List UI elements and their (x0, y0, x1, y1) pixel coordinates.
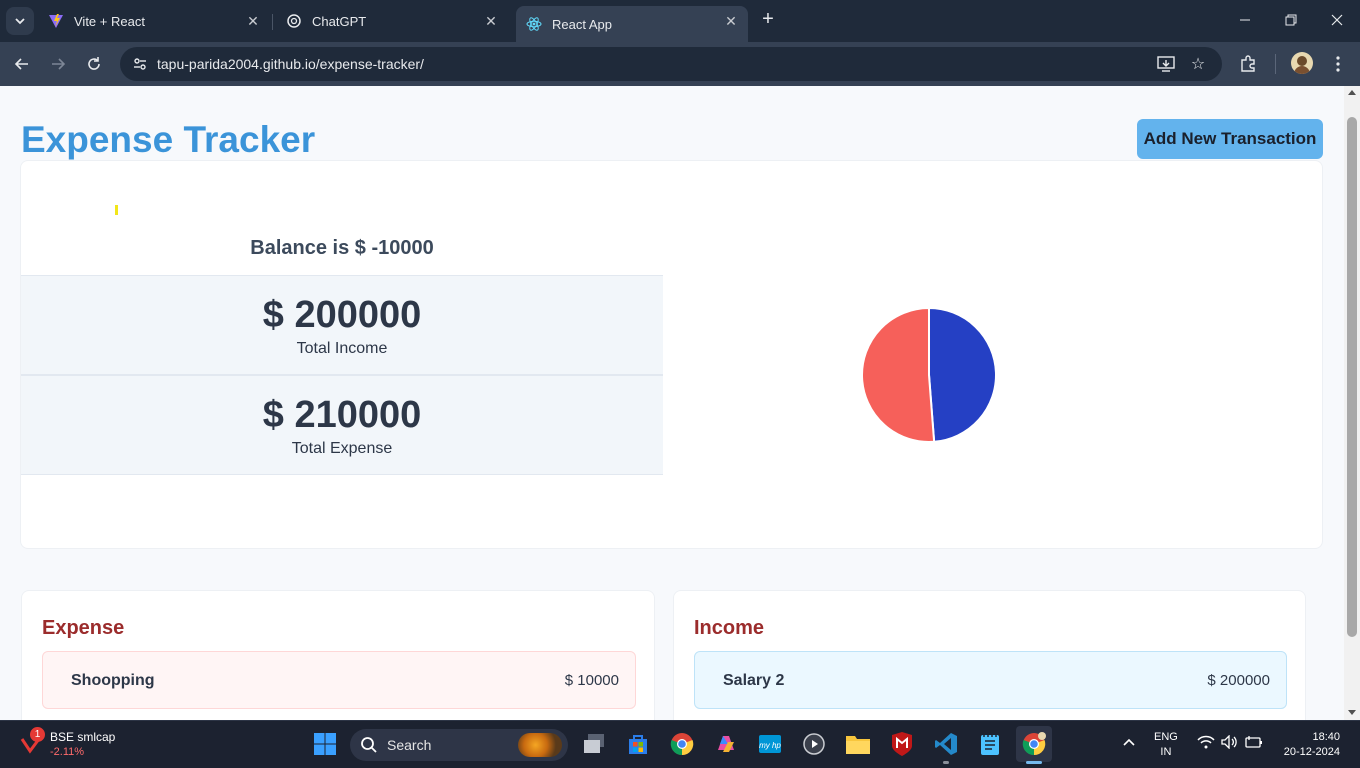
react-icon (526, 16, 542, 32)
scroll-up-arrow-icon[interactable] (1348, 90, 1356, 95)
total-expense-card: $ 210000 Total Expense (21, 375, 663, 475)
toolbar-separator (1275, 54, 1276, 74)
mcafee-icon[interactable] (889, 731, 915, 757)
profile-avatar[interactable] (1291, 52, 1313, 74)
language-code: ENG (1154, 731, 1178, 743)
myhp-icon[interactable]: my hp (757, 731, 783, 757)
total-income-label: Total Income (296, 340, 388, 357)
url-text: tapu-parida2004.github.io/expense-tracke… (157, 56, 424, 72)
tab-vite-react[interactable]: Vite + React ✕ (38, 6, 270, 36)
expense-panel-title: Expense (42, 617, 125, 639)
stock-name: BSE smlcap (50, 730, 116, 744)
total-expense-label: Total Expense (291, 440, 393, 457)
transaction-amount: $ 10000 (564, 672, 619, 689)
reload-icon[interactable] (80, 50, 108, 78)
income-expense-pie-chart (861, 307, 997, 443)
search-highlight-icon (518, 733, 562, 757)
chrome-icon[interactable] (669, 731, 695, 757)
new-tab-plus-icon[interactable]: + (758, 9, 778, 30)
active-app-indicator (1026, 761, 1042, 764)
income-transaction-item[interactable]: Salary 2 $ 200000 (694, 651, 1287, 709)
tab-title: Vite + React (74, 13, 145, 29)
openai-icon (286, 13, 302, 29)
total-income-card: $ 200000 Total Income (21, 275, 663, 375)
copilot-icon[interactable] (713, 731, 739, 757)
window-close-icon[interactable] (1317, 6, 1357, 34)
minimize-icon[interactable] (1225, 6, 1265, 34)
balance-text: Balance is $ -10000 (250, 237, 434, 259)
address-bar[interactable]: tapu-parida2004.github.io/expense-tracke… (120, 47, 1222, 81)
expense-panel: Expense Shoopping $ 10000 (21, 590, 655, 720)
tab-title: React App (552, 16, 612, 32)
battery-icon[interactable] (1245, 735, 1263, 752)
search-placeholder: Search (387, 737, 432, 753)
income-panel: Income Salary 2 $ 200000 (673, 590, 1306, 720)
svg-text:my hp: my hp (759, 741, 781, 750)
browser-tab-strip: Vite + React ✕ ChatGPT ✕ React App ✕ + (0, 0, 1360, 42)
input-language[interactable]: ENG IN (1154, 730, 1178, 760)
install-app-icon[interactable] (1156, 54, 1176, 74)
scroll-down-arrow-icon[interactable] (1348, 710, 1356, 715)
summary-card: Balance is $ -10000 $ 200000 Total Incom… (20, 160, 1323, 549)
file-explorer-icon[interactable] (845, 731, 871, 757)
microsoft-store-icon[interactable] (625, 731, 651, 757)
browser-toolbar: tapu-parida2004.github.io/expense-tracke… (0, 42, 1360, 86)
site-info-icon[interactable] (128, 52, 152, 76)
windows-taskbar: 1 BSE smlcap -2.11% Search my hp ENG IN … (0, 720, 1360, 768)
bookmark-star-icon[interactable]: ☆ (1188, 54, 1208, 74)
total-income-amount: $ 200000 (262, 294, 422, 336)
total-expense-amount: $ 210000 (262, 394, 422, 436)
clock-date: 20-12-2024 (1283, 746, 1340, 758)
transaction-amount: $ 200000 (1207, 672, 1270, 689)
region-code: IN (1160, 746, 1172, 758)
clock-time: 18:40 (1312, 731, 1340, 743)
chrome-profile-active-icon[interactable] (1016, 726, 1052, 762)
wifi-icon[interactable] (1197, 735, 1215, 752)
forward-arrow-icon[interactable] (44, 50, 72, 78)
close-icon[interactable]: ✕ (722, 12, 740, 30)
tab-title: ChatGPT (312, 13, 367, 29)
running-indicator (943, 761, 949, 764)
more-menu-icon[interactable] (1326, 52, 1350, 76)
back-arrow-icon[interactable] (8, 50, 36, 78)
pie-slice-total-expense[interactable] (861, 307, 936, 443)
stock-change: -2.11% (50, 746, 85, 758)
add-new-transaction-button[interactable]: Add New Transaction (1137, 119, 1323, 159)
search-icon (361, 737, 377, 753)
decorative-mark (115, 205, 118, 215)
task-view-icon[interactable] (581, 731, 607, 757)
restore-icon[interactable] (1271, 6, 1311, 34)
taskbar-search[interactable]: Search (350, 729, 568, 761)
windows-start-icon[interactable] (312, 731, 338, 757)
system-clock[interactable]: 18:40 20-12-2024 (1262, 730, 1340, 760)
vite-icon (48, 13, 64, 29)
extensions-icon[interactable] (1236, 52, 1260, 76)
income-panel-title: Income (694, 617, 765, 639)
volume-icon[interactable] (1221, 734, 1239, 752)
page-viewport: Expense Tracker Add New Transaction Bala… (0, 86, 1344, 720)
close-icon[interactable]: ✕ (244, 12, 262, 30)
tab-react-app[interactable]: React App ✕ (516, 6, 748, 42)
tab-separator (272, 14, 273, 30)
notepad-icon[interactable] (977, 731, 1003, 757)
pie-slice-total-income[interactable] (928, 307, 997, 443)
media-player-icon[interactable] (801, 731, 827, 757)
close-icon[interactable]: ✕ (482, 12, 500, 30)
page-title: Expense Tracker (21, 119, 316, 160)
expense-transaction-item[interactable]: Shoopping $ 10000 (42, 651, 636, 709)
vscode-icon[interactable] (933, 731, 959, 757)
chevron-down-icon (15, 18, 25, 25)
notification-badge: 1 (30, 727, 45, 742)
scrollbar-thumb[interactable] (1347, 117, 1357, 637)
tab-chatgpt[interactable]: ChatGPT ✕ (276, 6, 508, 36)
transaction-name: Shoopping (71, 672, 155, 689)
show-hidden-icons-chevron-up-icon[interactable] (1122, 735, 1136, 752)
tab-search-button[interactable] (6, 7, 34, 35)
transaction-name: Salary 2 (723, 672, 785, 689)
page-scrollbar[interactable] (1344, 86, 1360, 720)
